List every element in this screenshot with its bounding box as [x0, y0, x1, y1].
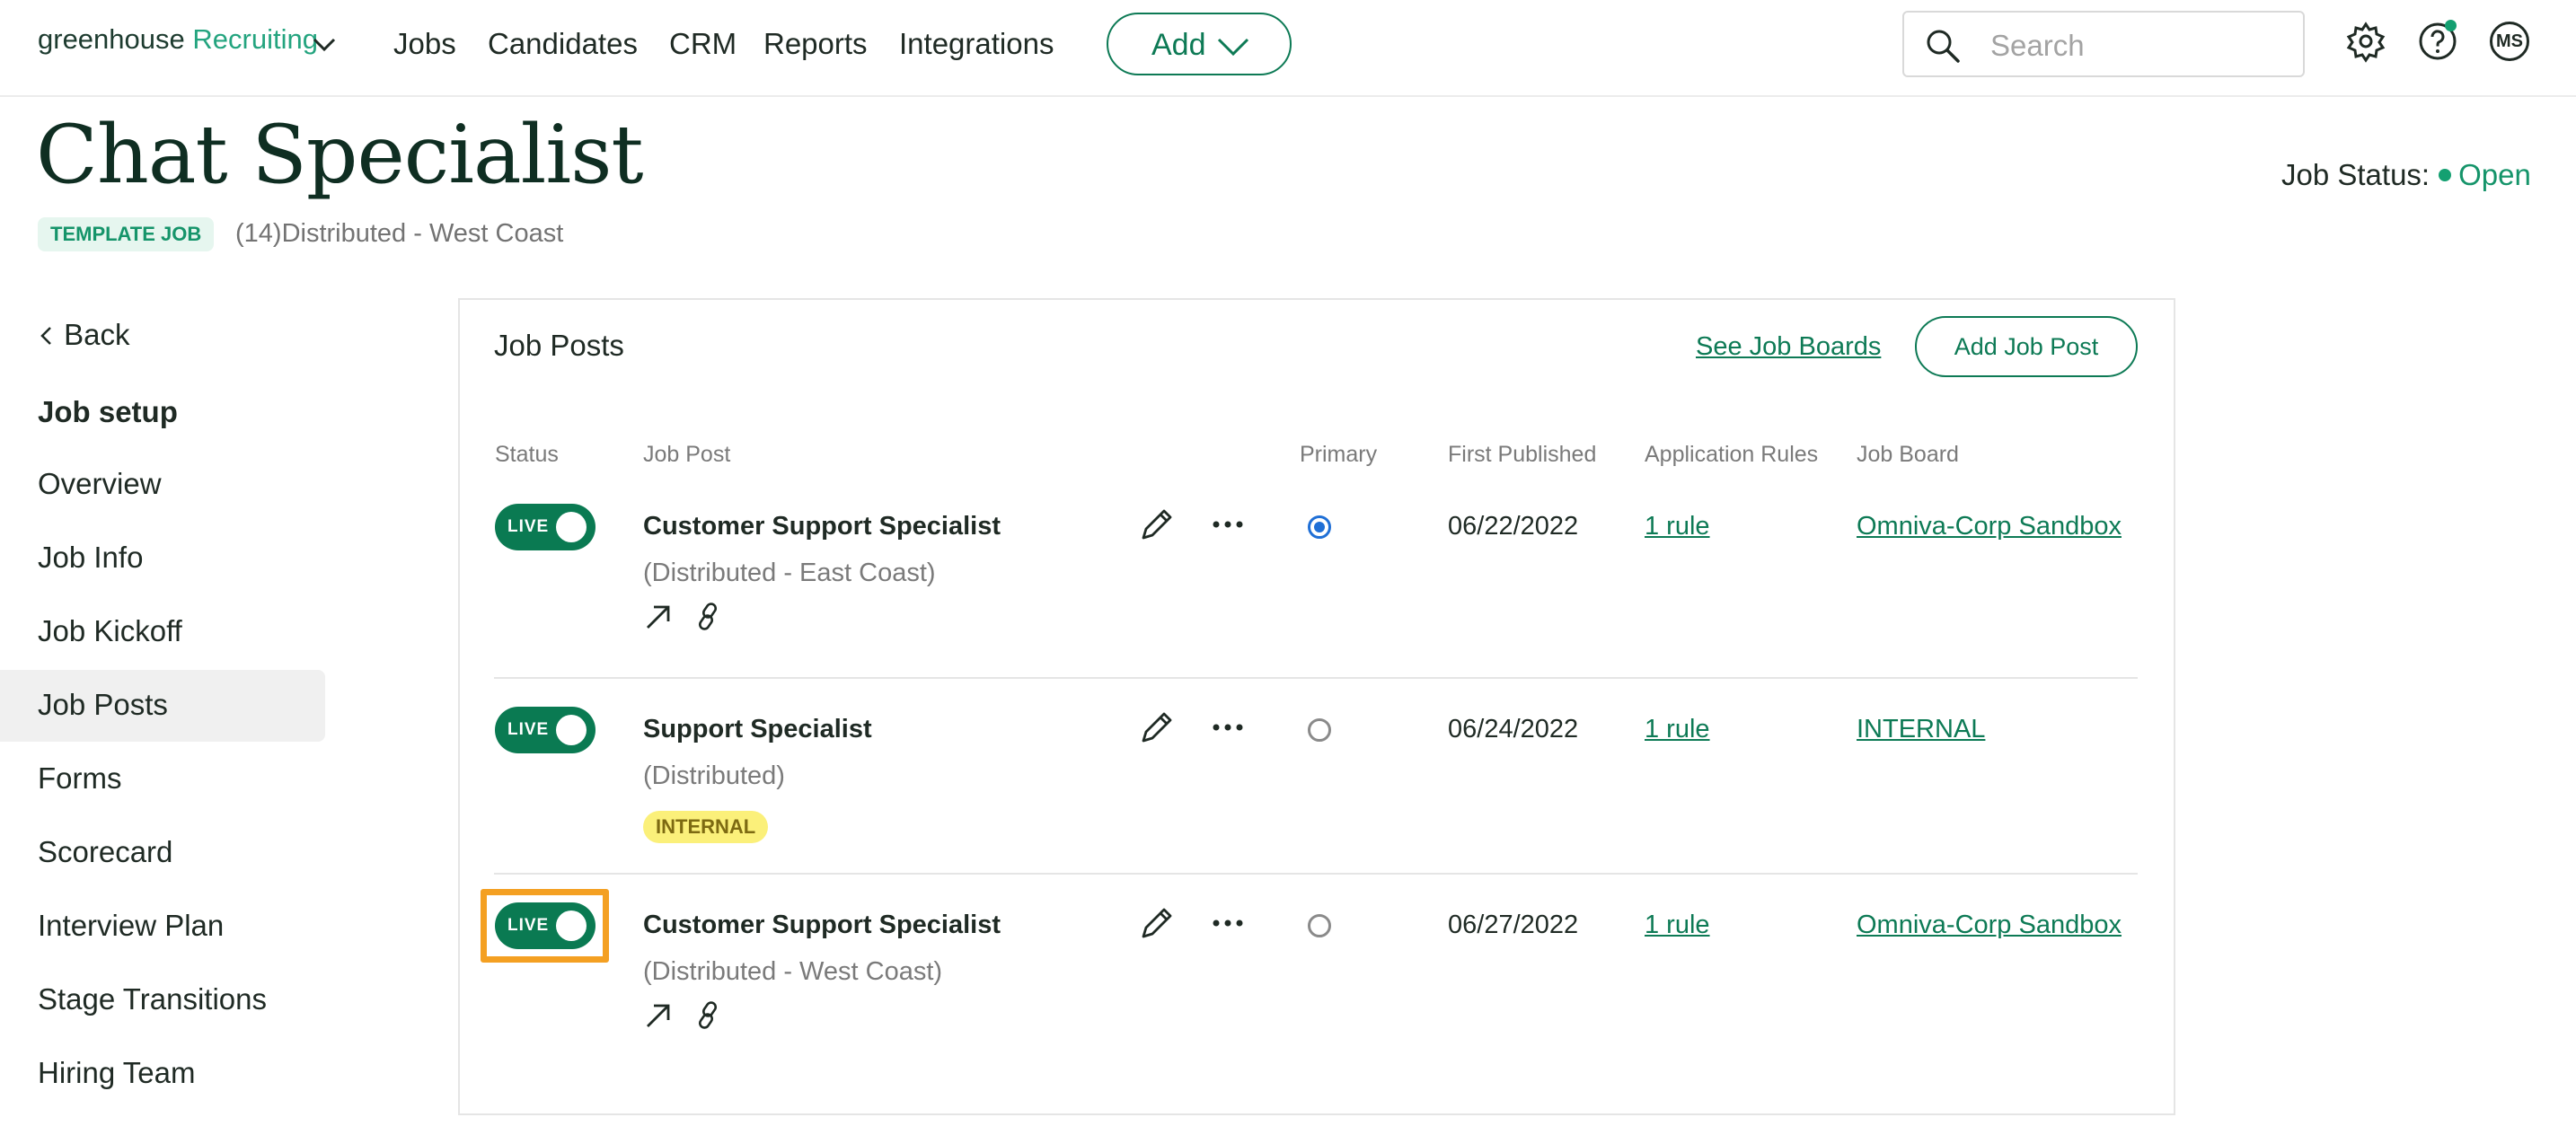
nav-jobs-link[interactable]: Jobs [393, 27, 456, 61]
live-status-toggle[interactable]: LIVE [495, 902, 595, 949]
search-input[interactable]: Search [1902, 11, 2305, 77]
notification-dot [2445, 20, 2457, 31]
job-post-location: (Distributed - East Coast) [643, 559, 936, 587]
application-rules-link[interactable]: 1 rule [1645, 512, 1710, 541]
primary-radio-selected[interactable] [1308, 515, 1331, 539]
primary-radio[interactable] [1308, 914, 1331, 937]
application-rules-link[interactable]: 1 rule [1645, 715, 1710, 744]
toggle-knob [556, 715, 587, 745]
job-meta: (14)Distributed - West Coast [235, 219, 564, 248]
page-title: Chat Specialist [36, 108, 644, 202]
job-status-label: Job Status: [2281, 158, 2430, 191]
row-divider [494, 677, 2138, 679]
nav-crm-link[interactable]: CRM [669, 27, 737, 61]
sidebar-item-hiring-team[interactable]: Hiring Team [0, 1038, 325, 1110]
add-button-label: Add [1151, 28, 1206, 62]
primary-radio[interactable] [1308, 718, 1331, 742]
user-avatar[interactable]: MS [2490, 22, 2529, 61]
column-header-first-published: First Published [1448, 442, 1597, 467]
product-switcher-chevron-icon[interactable] [311, 31, 338, 57]
sidebar-item-interview-plan[interactable]: Interview Plan [0, 891, 325, 963]
nav-integrations-link[interactable]: Integrations [899, 27, 1054, 61]
copy-link-icon[interactable] [693, 602, 724, 632]
first-published-date: 06/24/2022 [1448, 715, 1579, 743]
search-icon [1927, 30, 1960, 63]
toggle-label: LIVE [507, 517, 550, 536]
chevron-down-icon [1217, 38, 1249, 57]
row-divider [494, 873, 2138, 875]
logo-text: greenhouse [38, 23, 185, 55]
copy-link-icon[interactable] [693, 1000, 724, 1031]
sidebar-item-label: Forms [38, 761, 122, 795]
sidebar-item-forms[interactable]: Forms [0, 743, 325, 815]
job-post-title[interactable]: Customer Support Specialist [643, 512, 1001, 541]
sidebar-item-job-kickoff[interactable]: Job Kickoff [0, 596, 325, 668]
job-post-location: (Distributed) [643, 761, 785, 790]
sidebar-item-label: Job Kickoff [38, 614, 182, 647]
edit-pencil-icon[interactable] [1137, 905, 1175, 943]
sidebar-item-scorecard[interactable]: Scorecard [0, 817, 325, 889]
sidebar-item-job-posts[interactable]: Job Posts [0, 670, 325, 742]
job-post-title[interactable]: Customer Support Specialist [643, 911, 1001, 940]
toggle-label: LIVE [507, 720, 550, 739]
nav-reports-link[interactable]: Reports [763, 27, 868, 61]
settings-gear-icon[interactable] [2344, 20, 2387, 63]
sidebar-section-title: Job setup [38, 395, 178, 428]
toggle-knob [556, 911, 587, 941]
column-header-primary: Primary [1300, 442, 1378, 467]
sidebar-item-label: Hiring Team [38, 1056, 196, 1089]
more-options-icon[interactable] [1211, 914, 1245, 932]
sidebar-item-job-info[interactable]: Job Info [0, 523, 325, 594]
sidebar-item-label: Overview [38, 467, 162, 500]
logo-accent-text: Recruiting [192, 23, 318, 55]
column-header-status: Status [495, 442, 559, 467]
sidebar-item-label: Interview Plan [38, 909, 225, 942]
column-header-application-rules: Application Rules [1645, 442, 1819, 467]
internal-badge: INTERNAL [643, 811, 769, 843]
job-status: Job Status: Open [2281, 158, 2531, 192]
back-label: Back [64, 318, 130, 351]
edit-pencil-icon[interactable] [1137, 506, 1175, 544]
sidebar-item-label: Stage Transitions [38, 982, 267, 1016]
external-link-arrow-icon[interactable] [643, 1000, 674, 1031]
panel-title: Job Posts [494, 329, 624, 362]
toggle-label: LIVE [507, 916, 550, 935]
more-options-icon[interactable] [1211, 718, 1245, 736]
live-status-toggle[interactable]: LIVE [495, 707, 595, 753]
application-rules-link[interactable]: 1 rule [1645, 911, 1710, 940]
sidebar-item-label: Job Posts [38, 688, 168, 721]
first-published-date: 06/22/2022 [1448, 512, 1579, 541]
job-board-link[interactable]: Omniva-Corp Sandbox [1857, 512, 2122, 541]
nav-candidates-link[interactable]: Candidates [488, 27, 638, 61]
external-link-arrow-icon[interactable] [643, 602, 674, 632]
edit-pencil-icon[interactable] [1137, 709, 1175, 747]
job-status-value[interactable]: Open [2458, 158, 2531, 191]
column-header-job-post: Job Post [643, 442, 731, 467]
sidebar-item-label: Job Info [38, 541, 144, 574]
template-job-badge: TEMPLATE JOB [38, 217, 215, 251]
toggle-knob [556, 512, 587, 542]
job-board-link[interactable]: INTERNAL [1857, 715, 1985, 744]
job-board-link[interactable]: Omniva-Corp Sandbox [1857, 911, 2122, 940]
sidebar-item-label: Scorecard [38, 835, 173, 868]
search-placeholder: Search [1990, 29, 2085, 62]
more-options-icon[interactable] [1211, 515, 1245, 533]
add-button[interactable]: Add [1107, 13, 1292, 75]
chevron-left-icon [40, 327, 51, 345]
status-dot-icon [2439, 169, 2452, 181]
add-job-post-button[interactable]: Add Job Post [1915, 316, 2138, 377]
job-post-location: (Distributed - West Coast) [643, 957, 943, 986]
see-job-boards-link[interactable]: See Job Boards [1696, 332, 1881, 362]
back-link[interactable]: Back [38, 318, 130, 352]
job-posts-panel [458, 298, 2175, 1115]
live-status-toggle[interactable]: LIVE [495, 504, 595, 550]
sidebar-item-stage-transitions[interactable]: Stage Transitions [0, 964, 325, 1036]
job-post-title[interactable]: Support Specialist [643, 715, 872, 744]
greenhouse-logo[interactable]: greenhouse Recruiting [38, 23, 318, 56]
sidebar-item-overview[interactable]: Overview [0, 449, 325, 521]
column-header-job-board: Job Board [1857, 442, 1959, 467]
first-published-date: 06/27/2022 [1448, 911, 1579, 939]
